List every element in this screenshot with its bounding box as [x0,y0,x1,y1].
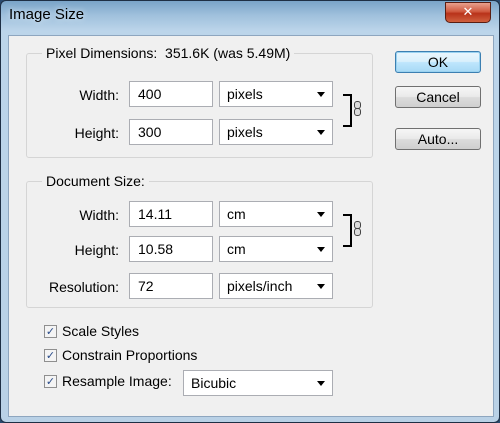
pixel-height-input[interactable]: 300 [129,119,213,145]
doc-width-unit-select[interactable]: cm [219,201,333,227]
scale-styles-checkbox[interactable]: ✓ [44,325,57,338]
doc-height-input[interactable]: 10.58 [129,236,213,262]
image-size-dialog: Image Size ✕ Pixel Dimensions: 351.6K (w… [0,0,500,423]
chain-link-icon [354,101,361,116]
resolution-input[interactable]: 72 [129,273,213,299]
constrain-proportions-checkbox[interactable]: ✓ [44,349,57,362]
resample-image-checkbox[interactable]: ✓ [44,375,57,388]
doc-height-label: Height: [74,242,119,258]
resample-method-select[interactable]: Bicubic [183,370,333,396]
pixel-height-label: Height: [74,125,119,141]
pixel-constrain-bracket [343,94,352,127]
chain-link-icon [354,221,361,236]
close-icon: ✕ [462,5,474,20]
document-size-legend: Document Size: [42,173,149,189]
pixel-width-input[interactable]: 400 [129,81,213,107]
dialog-body: Pixel Dimensions: 351.6K (was 5.49M) Wid… [8,35,494,417]
chevron-down-icon [317,284,325,289]
resolution-unit-select[interactable]: pixels/inch [219,273,333,299]
constrain-proportions-label[interactable]: Constrain Proportions [62,347,197,363]
chevron-down-icon [317,381,325,386]
chevron-down-icon [317,212,325,217]
pixel-width-label: Width: [79,87,119,103]
title-bar[interactable]: Image Size ✕ [1,1,499,35]
resample-image-label[interactable]: Resample Image: [62,373,172,389]
pixel-dimensions-legend: Pixel Dimensions: 351.6K (was 5.49M) [42,45,295,61]
window-title: Image Size [9,6,85,23]
doc-width-label: Width: [79,207,119,223]
doc-constrain-bracket [343,214,352,247]
doc-width-input[interactable]: 14.11 [129,201,213,227]
chevron-down-icon [317,247,325,252]
ok-button[interactable]: OK [395,51,481,73]
auto-button[interactable]: Auto... [395,128,481,150]
chevron-down-icon [317,130,325,135]
pixel-width-unit-select[interactable]: pixels [219,81,333,107]
resolution-label: Resolution: [48,279,119,295]
chevron-down-icon [317,92,325,97]
doc-height-unit-select[interactable]: cm [219,236,333,262]
close-button[interactable]: ✕ [445,2,491,23]
scale-styles-label[interactable]: Scale Styles [62,323,139,339]
pixel-dimensions-summary: 351.6K (was 5.49M) [165,45,291,61]
cancel-button[interactable]: Cancel [395,86,481,108]
pixel-height-unit-select[interactable]: pixels [219,119,333,145]
